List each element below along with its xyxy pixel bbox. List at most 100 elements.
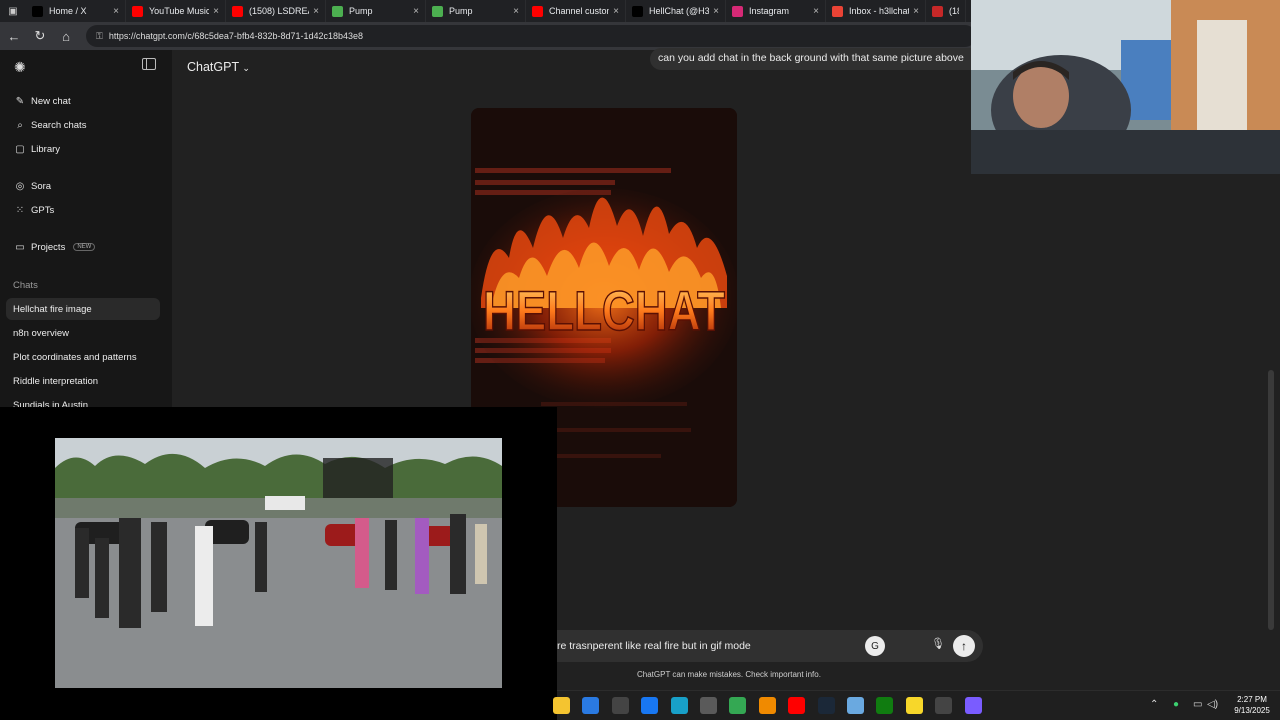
obs-icon[interactable] [935, 697, 953, 714]
sidebar-item-label: New chat [31, 95, 71, 107]
chat-history-item[interactable]: Hellchat fire image [6, 298, 160, 320]
chevron-up-icon[interactable]: ⌃ [1150, 699, 1158, 710]
microphone-icon[interactable]: 🎙 [931, 637, 945, 650]
close-tab-icon[interactable]: × [613, 6, 619, 17]
youtube-icon [532, 5, 543, 17]
vlc-icon[interactable] [758, 697, 776, 714]
sticky-notes-icon[interactable] [905, 697, 923, 714]
amazon-icon[interactable] [611, 697, 629, 714]
chat-history-item[interactable]: n8n overview [6, 322, 160, 344]
tab-label: YouTube Music [149, 6, 210, 16]
microsoft-store-icon[interactable] [582, 697, 600, 714]
search-icon: ⌕ [17, 119, 23, 131]
clock-time: 2:27 PM [1237, 695, 1267, 704]
edge-icon[interactable] [670, 697, 688, 714]
close-sidebar-icon[interactable] [142, 58, 156, 70]
volume-icon[interactable]: ◁) [1207, 699, 1218, 710]
browser-tab[interactable]: Home / X × [26, 0, 126, 22]
webcam-overlay [971, 0, 1280, 174]
browser-tab[interactable]: HellChat (@H3ll × [626, 0, 726, 22]
car-meet-video[interactable] [55, 438, 502, 688]
library-icon: ▢ [15, 143, 25, 155]
browser-tab[interactable]: Instagram × [726, 0, 826, 22]
youtube-music-icon [132, 5, 143, 17]
calculator-icon[interactable] [700, 697, 717, 714]
tab-label: HellChat (@H3ll [649, 6, 710, 16]
message-composer[interactable]: re trasnperent like real fire but in gif… [557, 630, 983, 662]
youtube-icon[interactable] [788, 697, 806, 714]
close-tab-icon[interactable]: × [213, 6, 219, 17]
browser-tab[interactable]: (1508) LSDREAM × [226, 0, 326, 22]
reload-icon[interactable]: ↻ [28, 24, 52, 48]
sora-icon: ◎ [15, 180, 25, 192]
clock-date: 9/13/2025 [1234, 706, 1270, 715]
tab-label: Instagram [749, 6, 790, 16]
close-tab-icon[interactable]: × [913, 6, 919, 17]
steam-icon[interactable] [817, 697, 835, 714]
tab-label: Channel custom [549, 6, 610, 16]
composer-input[interactable]: re trasnperent like real fire but in gif… [557, 640, 751, 652]
folder-icon: ▭ [15, 241, 25, 253]
sidebar-item-label: Search chats [31, 119, 87, 131]
browser-tab[interactable]: Pump × [426, 0, 526, 22]
new-badge: NEW [73, 243, 96, 251]
close-tab-icon[interactable]: × [313, 6, 319, 17]
browser-tab[interactable]: Inbox - h3llchat × [826, 0, 926, 22]
facebook-icon[interactable] [641, 697, 659, 714]
chats-section-label: Chats [13, 280, 38, 291]
url-text: https://chatgpt.com/c/68c5dea7-bfb4-832b… [108, 31, 364, 41]
sidebar-item-gpts[interactable]: ⁙ GPTs [8, 199, 162, 221]
site-info-icon[interactable]: ⚿ [96, 31, 103, 42]
disclaimer-text: ChatGPT can make mistakes. Check importa… [637, 670, 821, 679]
tab-label: (180 [949, 6, 959, 16]
tab-label: (1508) LSDREAM [249, 6, 309, 16]
circle-app-icon[interactable] [964, 697, 982, 714]
file-explorer-icon[interactable] [553, 697, 570, 714]
tab-label: Inbox - h3llchat [849, 6, 910, 16]
chat-scrollbar[interactable] [1268, 370, 1274, 630]
send-button[interactable]: ↑ [953, 635, 975, 657]
chrome-icon[interactable] [729, 697, 747, 714]
pump-pill-icon [332, 5, 343, 17]
sidebar-item-new-chat[interactable]: ✎ New chat [8, 90, 162, 112]
user-message-bubble: can you add chat in the back ground with… [650, 48, 972, 70]
x-logo-icon [32, 5, 43, 17]
close-tab-icon[interactable]: × [513, 6, 519, 17]
back-arrow-icon[interactable]: ← [2, 24, 26, 48]
tab-label: Pump [449, 6, 473, 16]
display-tray-icon[interactable]: ▭ [1193, 699, 1202, 710]
sidebar-item-sora[interactable]: ◎ Sora [8, 175, 162, 197]
sidebar-item-search-chats[interactable]: ⌕ Search chats [8, 114, 162, 136]
openai-logo-icon[interactable]: ✺ [14, 59, 26, 76]
home-icon[interactable]: ⌂ [54, 24, 78, 48]
tab-label: Pump [349, 6, 373, 16]
close-tab-icon[interactable]: × [413, 6, 419, 17]
model-selector[interactable]: ChatGPT ⌄ [187, 60, 250, 74]
settings-icon[interactable] [847, 697, 864, 714]
arrow-up-icon: ↑ [961, 639, 967, 653]
close-tab-icon[interactable]: × [813, 6, 819, 17]
chat-history-item[interactable]: Plot coordinates and patterns [6, 346, 160, 368]
window-menu-icon[interactable]: ▣ [0, 0, 26, 22]
address-bar[interactable]: ⚿ https://chatgpt.com/c/68c5dea7-bfb4-83… [86, 25, 976, 47]
gmail-icon [832, 5, 843, 17]
sidebar-item-label: Projects [31, 241, 66, 253]
sidebar-item-library[interactable]: ▢ Library [8, 138, 162, 160]
system-clock[interactable]: 2:27 PM 9/13/2025 [1227, 694, 1277, 716]
browser-tab[interactable]: Pump × [326, 0, 426, 22]
tab-strip: Home / X×YouTube Music×(1508) LSDREAM×Pu… [26, 0, 966, 22]
grammarly-icon[interactable]: G [865, 636, 885, 656]
browser-tab[interactable]: YouTube Music × [126, 0, 226, 22]
browser-tab[interactable]: Channel custom × [526, 0, 626, 22]
chevron-down-icon: ⌄ [242, 63, 250, 73]
mic-tray-icon[interactable]: ● [1173, 699, 1179, 710]
chat-history-item[interactable]: Riddle interpretation [6, 370, 160, 392]
close-tab-icon[interactable]: × [113, 6, 119, 17]
browser-tab[interactable]: (180 [926, 0, 966, 22]
hellchat-logo-text: HELLCHAT [483, 279, 725, 342]
x-logo-icon [632, 5, 643, 17]
close-tab-icon[interactable]: × [713, 6, 719, 17]
sidebar-item-projects[interactable]: ▭ Projects NEW [8, 236, 162, 258]
xbox-icon[interactable] [876, 697, 894, 714]
sidebar: ✺ ✎ New chat ⌕ Search chats ▢ Library ◎ Sora ⁙ GP… [0, 50, 172, 411]
